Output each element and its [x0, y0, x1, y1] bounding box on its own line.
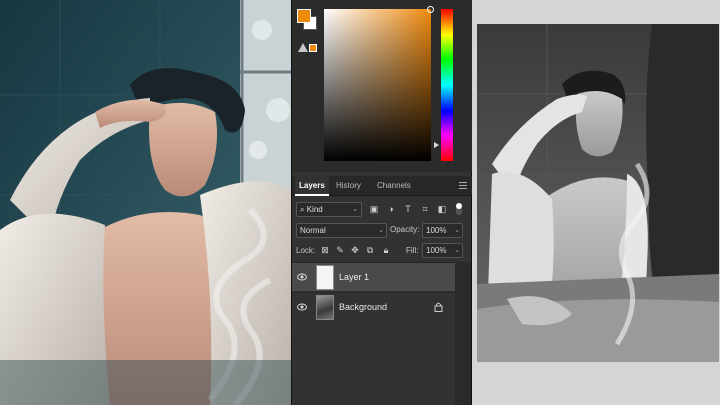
layer-thumbnail	[316, 295, 334, 320]
hue-slider-handle-icon[interactable]	[434, 142, 439, 148]
blend-row: Normal ⌄ Opacity: 100% ⌄	[292, 222, 473, 240]
eye-icon[interactable]	[297, 302, 307, 312]
chevron-down-icon: ⌄	[454, 247, 460, 254]
filter-kind-select[interactable]: ⌕ Kind ⌄	[296, 202, 362, 217]
canvas-color-artwork[interactable]	[0, 0, 291, 405]
opacity-label: Opacity:	[390, 225, 420, 234]
lock-all-icon[interactable]: 🔒︎	[381, 245, 391, 256]
gamut-warning[interactable]	[298, 43, 320, 55]
lock-label: Lock:	[296, 246, 316, 255]
panel-menu-icon[interactable]	[459, 182, 467, 189]
chevron-down-icon: ⌄	[352, 206, 358, 213]
lock-row: Lock: ⊠ ✎ ✥ ⧉ 🔒︎ Fill: 100% ⌄	[292, 242, 473, 260]
adjustment-layer-filter-icon[interactable]: ◑	[386, 204, 396, 214]
fill-field[interactable]: 100% ⌄	[422, 243, 463, 258]
blend-mode-select[interactable]: Normal ⌄	[296, 223, 387, 238]
layers-scrollbar[interactable]	[455, 262, 471, 405]
lock-transparent-pixels-icon[interactable]: ⊠	[320, 245, 330, 256]
grayscale-illustration	[477, 24, 719, 362]
layer-row-background[interactable]: Background	[292, 292, 456, 321]
chevron-down-icon: ⌄	[378, 227, 384, 234]
saturation-brightness-field[interactable]	[324, 6, 434, 161]
blend-mode-value: Normal	[300, 226, 326, 235]
lock-icon[interactable]	[434, 302, 443, 312]
hue-slider[interactable]	[441, 9, 453, 161]
color-illustration	[0, 0, 291, 405]
tab-history[interactable]: History	[336, 176, 361, 196]
opacity-field[interactable]: 100% ⌄	[422, 223, 463, 238]
pixel-layer-filter-icon[interactable]: ▣	[369, 204, 379, 214]
shape-layer-filter-icon[interactable]: ⌗	[420, 204, 430, 214]
smart-object-filter-icon[interactable]: ◧	[437, 204, 447, 214]
layer-name[interactable]: Background	[339, 302, 387, 312]
warning-triangle-icon	[298, 43, 308, 52]
color-selector-marker[interactable]	[427, 6, 434, 13]
eye-icon[interactable]	[297, 272, 307, 282]
chevron-down-icon: ⌄	[454, 227, 460, 234]
lock-artboard-icon[interactable]: ⧉	[365, 245, 375, 256]
fill-label: Fill:	[406, 246, 419, 255]
tab-layers[interactable]: Layers	[295, 176, 329, 196]
canvas-grayscale-artwork[interactable]	[477, 24, 719, 362]
layer-name[interactable]: Layer 1	[339, 272, 369, 282]
gamut-color-chip[interactable]	[309, 44, 317, 52]
photoshop-panel: Layers History Channels ⌕ Kind ⌄ ▣ ◑ T ⌗…	[291, 0, 473, 405]
opacity-value: 100%	[426, 226, 447, 235]
lock-image-pixels-icon[interactable]: ✎	[335, 245, 345, 256]
filter-toggle[interactable]	[456, 203, 462, 215]
color-picker-panel	[292, 0, 473, 172]
search-icon: ⌕	[300, 205, 305, 214]
layer-row-layer-1[interactable]: Layer 1	[292, 262, 456, 291]
type-layer-filter-icon[interactable]: T	[403, 204, 413, 214]
fill-value: 100%	[426, 246, 447, 255]
filter-kind-label: Kind	[306, 205, 323, 214]
layer-filter-row: ⌕ Kind ⌄ ▣ ◑ T ⌗ ◧	[292, 199, 473, 219]
lock-position-icon[interactable]: ✥	[350, 245, 360, 256]
tab-channels[interactable]: Channels	[377, 176, 411, 196]
layer-thumbnail	[316, 265, 334, 290]
foreground-color-swatch[interactable]	[297, 9, 311, 23]
panel-tabs: Layers History Channels	[292, 176, 473, 196]
